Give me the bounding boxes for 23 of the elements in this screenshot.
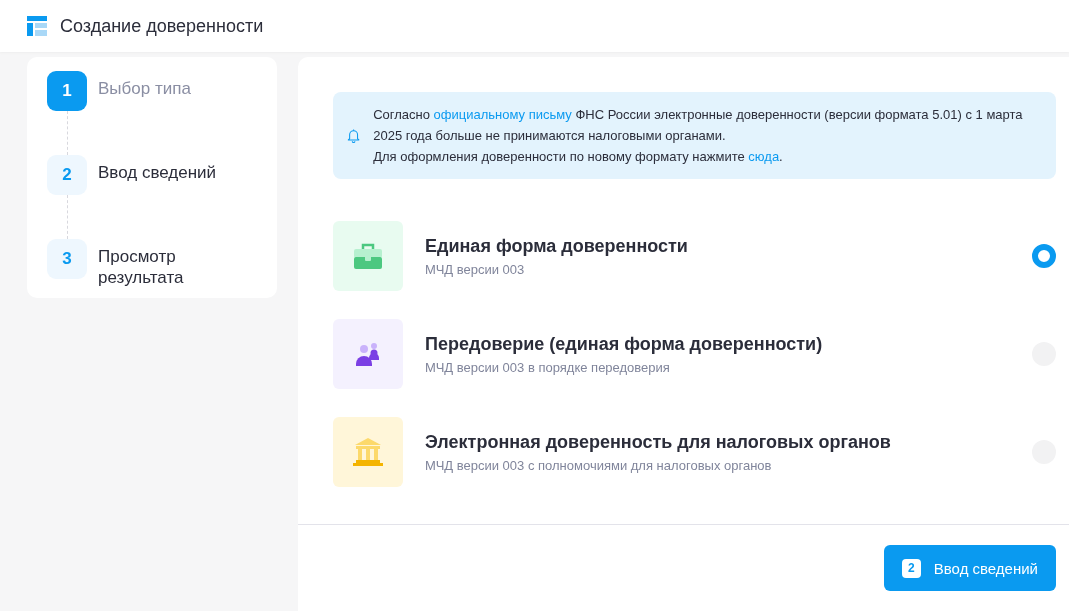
- notice-link[interactable]: официальному письму: [433, 107, 572, 122]
- option-title: Передоверие (единая форма доверенности): [425, 333, 824, 355]
- step-number[interactable]: 3: [47, 239, 87, 279]
- option-title: Единая форма доверенности: [425, 235, 689, 257]
- people-icon: [355, 342, 381, 366]
- bank-icon: [353, 438, 383, 466]
- briefcase-icon: [354, 243, 382, 269]
- option-subtitle: МЧД версии 003 с полномочиями для налоговых органов: [425, 457, 773, 473]
- option-subtitle: МЧД версии 003: [425, 261, 526, 277]
- option-title: Электронная доверенность для налоговых органов: [425, 431, 892, 453]
- notice-text: Согласно официальному письму ФНС России электронные доверенности (версии формата 5.01) с 1 марта 2025 года больше не принимаются налоговыми органами.: [373, 106, 1024, 145]
- step-number[interactable]: 1: [47, 71, 87, 111]
- next-step-button[interactable]: 2 Ввод сведений: [883, 545, 1056, 591]
- notice-text: Для оформления доверенности по новому формату нажмите сюда.: [373, 148, 784, 166]
- step-label: Выбор типа: [98, 78, 192, 99]
- page-title: Создание доверенности: [60, 15, 264, 37]
- option-subtitle: МЧД версии 003 в порядке передоверия: [425, 359, 671, 375]
- radio-button[interactable]: [1032, 244, 1056, 268]
- step-number[interactable]: 2: [47, 155, 87, 195]
- step-label: Просмотр результата: [98, 246, 185, 288]
- step-label: Ввод сведений: [98, 162, 218, 183]
- step-number-badge: 2: [901, 558, 921, 578]
- app-logo-icon: [27, 16, 47, 36]
